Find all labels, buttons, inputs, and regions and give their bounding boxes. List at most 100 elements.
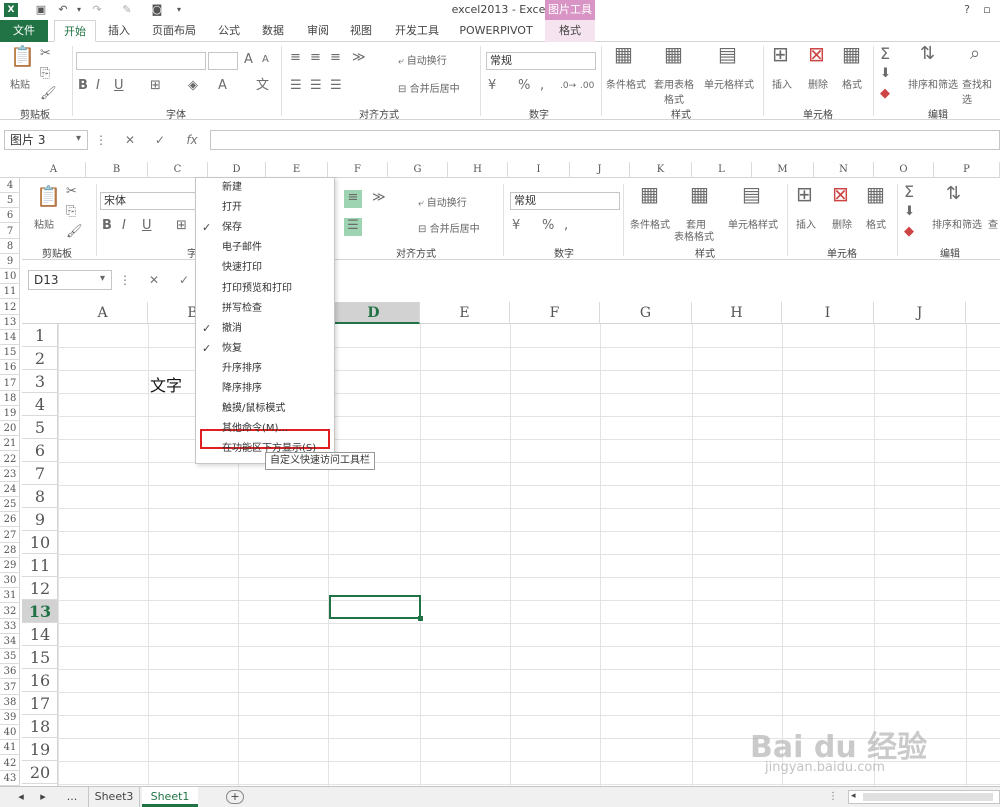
align-top-icon[interactable]: ≡ xyxy=(290,50,301,66)
outer-row-31[interactable]: 31 xyxy=(0,588,20,604)
inner-row-15[interactable]: 15 xyxy=(22,646,58,669)
help-icon[interactable]: ? xyxy=(960,3,974,17)
align-middle-icon[interactable]: ≡ xyxy=(344,190,362,208)
outer-row-36[interactable]: 36 xyxy=(0,664,20,680)
font-name-combo[interactable]: 宋体 xyxy=(100,192,196,210)
outer-row-6[interactable]: 6 xyxy=(0,208,20,224)
inner-row-20[interactable]: 20 xyxy=(22,761,58,784)
inner-row-7[interactable]: 7 xyxy=(22,462,58,485)
align-left-icon[interactable]: ☰ xyxy=(290,78,302,94)
outer-col-c[interactable]: C xyxy=(148,162,208,178)
menu-item[interactable]: 打开 xyxy=(196,198,334,218)
tab-insert[interactable]: 插入 xyxy=(100,20,138,42)
inner-row-16[interactable]: 16 xyxy=(22,669,58,692)
align-center-icon[interactable]: ☰ xyxy=(310,78,322,94)
font-name-combo[interactable] xyxy=(76,52,206,70)
paste-icon[interactable]: 📋 xyxy=(10,46,35,66)
outer-row-25[interactable]: 25 xyxy=(0,497,20,513)
more-sheets[interactable]: ... xyxy=(60,787,84,807)
tab-home[interactable]: 开始 xyxy=(54,20,96,42)
outer-row-32[interactable]: 32 xyxy=(0,604,20,619)
wrap-text-button[interactable]: ⤶ 自动换行 xyxy=(398,52,447,67)
grow-font-icon[interactable]: A xyxy=(244,52,253,68)
inner-col-e[interactable]: E xyxy=(420,302,510,324)
comma-icon[interactable]: , xyxy=(564,218,568,234)
inner-col-j[interactable]: J xyxy=(874,302,966,324)
insert-cells-icon[interactable]: ⊞ xyxy=(796,184,813,204)
menu-item[interactable]: 电子邮件 xyxy=(196,238,334,258)
find-select-icon[interactable]: ⌕ xyxy=(970,45,980,63)
conditional-format-label[interactable]: 条件格式 xyxy=(606,76,646,91)
increase-decimal-icon[interactable]: .0→ xyxy=(560,78,576,94)
inner-row-13[interactable]: 13 xyxy=(22,600,58,623)
fill-icon[interactable]: ⬇ xyxy=(880,66,891,82)
outer-row-40[interactable]: 40 xyxy=(0,725,20,741)
paste-label[interactable]: 粘贴 xyxy=(34,216,54,231)
outer-row-21[interactable]: 21 xyxy=(0,436,20,452)
align-center-icon[interactable]: ☰ xyxy=(344,218,362,236)
sheet-tab-sheet3[interactable]: Sheet3 xyxy=(88,787,140,807)
cancel-icon[interactable]: ✕ xyxy=(120,130,140,150)
inner-col-i[interactable]: I xyxy=(782,302,874,324)
outer-col-n[interactable]: N xyxy=(814,162,874,178)
format-table-icon[interactable]: ▦ xyxy=(664,44,683,64)
menu-item[interactable]: ✓ 保存 xyxy=(196,218,334,238)
tab-developer[interactable]: 开发工具 xyxy=(390,20,444,42)
clear-icon[interactable]: ◆ xyxy=(880,86,890,102)
menu-item[interactable]: ✓ 撤消 xyxy=(196,319,334,339)
format-table-label-2[interactable]: 表格格式 xyxy=(674,228,714,243)
ribbon-display-icon[interactable]: ▫ xyxy=(980,3,994,17)
outer-row-27[interactable]: 27 xyxy=(0,528,20,543)
outer-row-26[interactable]: 26 xyxy=(0,512,20,528)
outer-row-14[interactable]: 14 xyxy=(0,330,20,345)
font-size-combo[interactable] xyxy=(208,52,238,70)
underline-button[interactable]: U xyxy=(142,218,152,234)
formula-input-outer[interactable] xyxy=(210,130,1000,150)
sort-filter-icon[interactable]: ⇅ xyxy=(920,45,935,63)
percent-icon[interactable]: % xyxy=(542,218,554,234)
inner-col-f[interactable]: F xyxy=(510,302,600,324)
outer-col-f[interactable]: F xyxy=(328,162,388,178)
orientation-icon[interactable]: ≫ xyxy=(372,190,386,206)
borders-icon[interactable]: ⊞ xyxy=(176,218,187,234)
cell-b3[interactable]: 文字 xyxy=(150,372,182,396)
outer-col-j[interactable]: J xyxy=(570,162,630,178)
outer-row-12[interactable]: 12 xyxy=(0,300,20,315)
borders-icon[interactable]: ⊞ xyxy=(150,78,161,94)
inner-row-18[interactable]: 18 xyxy=(22,715,58,738)
delete-cells-icon[interactable]: ⊠ xyxy=(832,184,849,204)
cell-styles-icon[interactable]: ▤ xyxy=(718,44,737,64)
cut-icon[interactable]: ✂ xyxy=(40,46,51,62)
outer-col-k[interactable]: K xyxy=(630,162,692,178)
scrollbar-thumb[interactable] xyxy=(863,793,993,801)
comma-icon[interactable]: , xyxy=(540,78,544,94)
cell-styles-label[interactable]: 单元格样式 xyxy=(728,216,778,231)
outer-row-30[interactable]: 30 xyxy=(0,573,20,589)
delete-cells-label[interactable]: 删除 xyxy=(808,76,828,91)
find-select-label[interactable]: 查找和选 xyxy=(962,76,1000,106)
format-painter-icon[interactable]: 🖌 xyxy=(40,86,57,102)
tab-powerpivot[interactable]: POWERPIVOT xyxy=(456,20,536,42)
number-format-combo[interactable]: 常规 xyxy=(486,52,596,70)
paste-label[interactable]: 粘贴 xyxy=(10,76,30,91)
currency-icon[interactable]: ¥ xyxy=(512,218,520,234)
outer-row-7[interactable]: 7 xyxy=(0,224,20,239)
tab-splitter-icon[interactable]: ⋮ xyxy=(828,791,848,802)
number-format-combo[interactable]: 常规 xyxy=(510,192,620,210)
outer-col-p[interactable]: P xyxy=(934,162,1000,178)
menu-item[interactable]: 其他命令(M)... xyxy=(196,419,334,439)
italic-button[interactable]: I xyxy=(96,78,100,94)
bold-button[interactable]: B xyxy=(102,218,112,234)
outer-col-b[interactable]: B xyxy=(86,162,148,178)
outer-row-43[interactable]: 43 xyxy=(0,771,20,786)
outer-row-18[interactable]: 18 xyxy=(0,391,20,406)
menu-item[interactable]: 打印预览和打印 xyxy=(196,279,334,299)
outer-row-33[interactable]: 33 xyxy=(0,619,20,634)
outer-col-e[interactable]: E xyxy=(266,162,328,178)
percent-icon[interactable]: % xyxy=(518,78,530,94)
outer-col-d[interactable]: D xyxy=(208,162,266,178)
new-sheet-button[interactable]: + xyxy=(226,790,244,804)
outer-col-g[interactable]: G xyxy=(388,162,448,178)
enter-icon[interactable]: ✓ xyxy=(174,270,194,290)
insert-cells-label[interactable]: 插入 xyxy=(796,216,816,231)
